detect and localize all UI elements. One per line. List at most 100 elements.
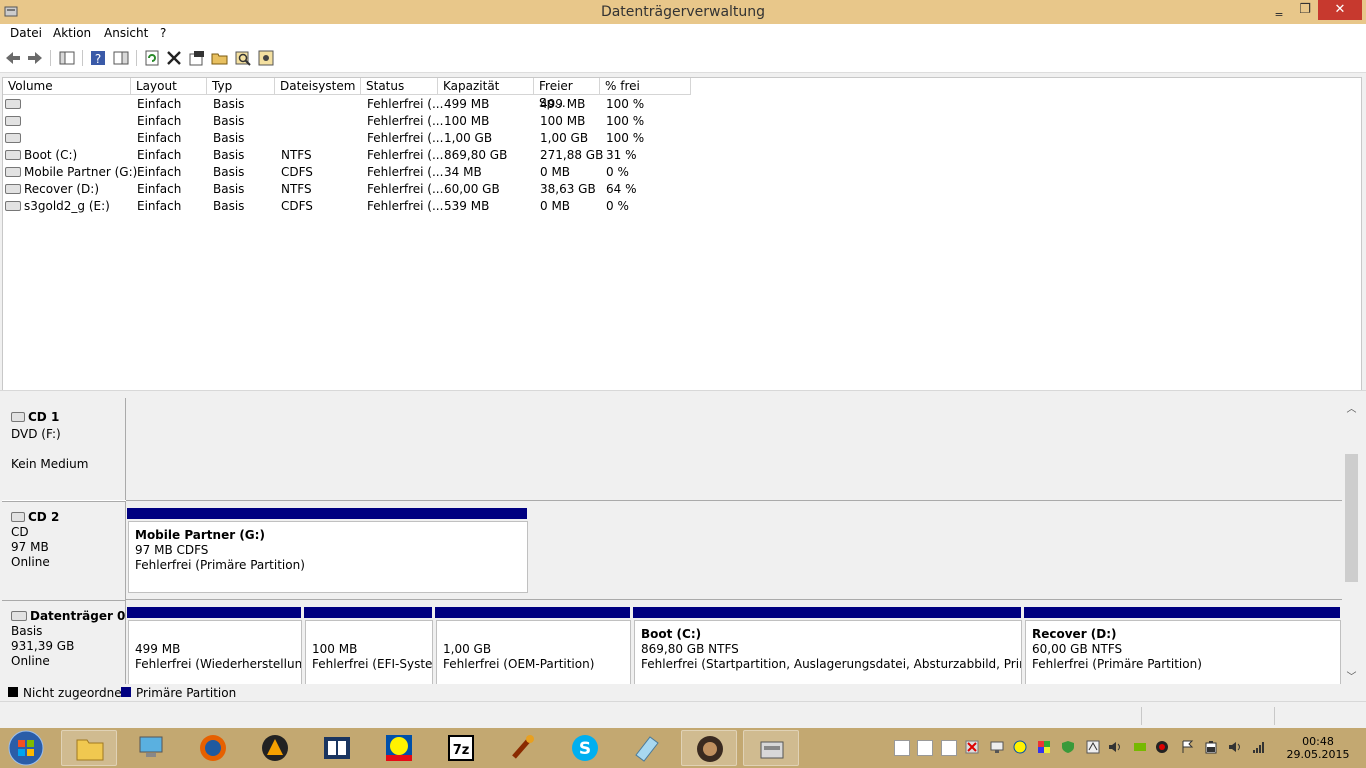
cell-volume: s3gold2_g (E:) — [24, 199, 110, 213]
tray-app-icon[interactable] — [1086, 740, 1100, 754]
computer-icon — [139, 736, 163, 757]
table-row[interactable]: Recover (D:) Einfach Basis NTFS Fehlerfr… — [3, 181, 703, 198]
tray-window-icon[interactable] — [917, 740, 933, 756]
menu-ansicht[interactable]: Ansicht — [104, 26, 148, 40]
column-header-layout[interactable]: Layout — [131, 78, 207, 95]
partition-recover[interactable]: Recover (D:) 60,00 GB NTFS Fehlerfrei (P… — [1025, 620, 1341, 684]
disk-label-cd1[interactable]: CD 1 DVD (F:) Kein Medium — [2, 398, 126, 500]
partition-bar — [1024, 607, 1340, 618]
menu-aktion[interactable]: Aktion — [53, 26, 91, 40]
help-icon[interactable]: ? — [89, 49, 107, 67]
column-header-dateisystem[interactable]: Dateisystem — [275, 78, 361, 95]
tray-network-error-icon[interactable] — [965, 740, 979, 754]
taskbar: 7z S 00:48 29.05.2015 — [0, 728, 1366, 768]
column-header-kapazitaet[interactable]: Kapazität — [438, 78, 534, 95]
cell-freier-speicher: 0 MB — [540, 199, 571, 213]
find-icon[interactable] — [234, 49, 252, 67]
taskbar-game[interactable] — [681, 730, 737, 766]
tray-volume-icon[interactable] — [1228, 740, 1242, 754]
menu-help[interactable]: ? — [160, 26, 166, 40]
tray-colorful-icon[interactable] — [1037, 740, 1051, 754]
disk-pane-scrollbar[interactable]: ︿ ﹀ — [1343, 398, 1360, 684]
svg-text:S: S — [579, 739, 591, 759]
properties-pane-icon[interactable] — [112, 49, 130, 67]
partition-bar — [127, 607, 301, 618]
minimize-button[interactable]: ‗ — [1266, 0, 1292, 20]
taskbar-notes[interactable] — [619, 730, 675, 766]
tray-record-icon[interactable] — [1155, 740, 1169, 754]
partition-efi[interactable]: 100 MB Fehlerfrei (EFI-System — [305, 620, 433, 684]
column-header-freier-speicher[interactable]: Freier Sp... — [534, 78, 600, 110]
tray-lidl-icon[interactable] — [1013, 740, 1027, 754]
partition-oem[interactable]: 1,00 GB Fehlerfrei (OEM-Partition) — [436, 620, 631, 684]
table-row[interactable]: Einfach Basis Fehlerfrei (... 1,00 GB 1,… — [3, 130, 703, 147]
partition-mobile-partner[interactable]: Mobile Partner (G:) 97 MB CDFS Fehlerfre… — [128, 521, 528, 593]
properties-icon[interactable] — [188, 49, 206, 67]
partition-boot[interactable]: Boot (C:) 869,80 GB NTFS Fehlerfrei (Sta… — [634, 620, 1022, 684]
tray-display-icon[interactable] — [990, 740, 1004, 754]
tray-window-icon[interactable] — [894, 740, 910, 756]
disk-status: Kein Medium — [11, 457, 89, 471]
forward-icon[interactable] — [26, 49, 44, 67]
taskbar-disk-management[interactable] — [743, 730, 799, 766]
partition-size: 97 MB CDFS — [135, 543, 209, 557]
cell-prozent-frei: 64 % — [606, 182, 637, 196]
table-row[interactable]: s3gold2_g (E:) Einfach Basis CDFS Fehler… — [3, 198, 703, 215]
scrollbar-thumb[interactable] — [1345, 454, 1358, 582]
cell-kapazitaet: 499 MB — [444, 97, 490, 111]
delete-icon[interactable] — [165, 49, 183, 67]
scroll-down-icon[interactable]: ﹀ — [1343, 668, 1360, 683]
column-header-prozent-frei[interactable]: % frei — [600, 78, 691, 95]
taskbar-tool[interactable] — [495, 730, 551, 766]
table-row[interactable]: Einfach Basis Fehlerfrei (... 499 MB 499… — [3, 96, 703, 113]
clock-date: 29.05.2015 — [1286, 748, 1350, 761]
tray-shield-icon[interactable] — [1061, 740, 1075, 754]
partition-recovery[interactable]: 499 MB Fehlerfrei (Wiederherstellungsp — [128, 620, 302, 684]
cell-dateisystem: CDFS — [281, 165, 313, 179]
disk-size: 97 MB — [11, 540, 49, 554]
tray-nvidia-icon[interactable] — [1133, 740, 1147, 754]
disk-label-cd2[interactable]: CD 2 CD 97 MB Online — [2, 501, 126, 600]
tray-battery-icon[interactable] — [1204, 740, 1218, 754]
tray-signal-icon[interactable] — [1252, 740, 1266, 754]
menu-datei[interactable]: Datei — [10, 26, 42, 40]
table-row[interactable]: Mobile Partner (G:) Einfach Basis CDFS F… — [3, 164, 703, 181]
open-folder-icon[interactable] — [211, 49, 229, 67]
cell-prozent-frei: 100 % — [606, 114, 645, 128]
close-button[interactable]: ✕ — [1318, 0, 1362, 20]
taskbar-explorer[interactable] — [61, 730, 117, 766]
tray-action-center-icon[interactable] — [1180, 740, 1194, 754]
7zip-icon: 7z — [448, 735, 474, 761]
taskbar-computer[interactable] — [123, 730, 179, 766]
status-separator — [1141, 707, 1142, 725]
table-row[interactable]: Boot (C:) Einfach Basis NTFS Fehlerfrei … — [3, 147, 703, 164]
column-header-volume[interactable]: Volume — [3, 78, 131, 95]
back-icon[interactable] — [4, 49, 22, 67]
taskbar-firefox[interactable] — [185, 730, 241, 766]
taskbar-lidl-mobile[interactable] — [371, 730, 427, 766]
taskbar-clock[interactable]: 00:48 29.05.2015 — [1280, 735, 1356, 761]
taskbar-avast[interactable] — [247, 730, 303, 766]
hard-disk-icon — [11, 610, 27, 621]
settings-icon[interactable] — [257, 49, 275, 67]
maximize-button[interactable]: ❐ — [1292, 0, 1318, 20]
tray-speaker-icon[interactable] — [1108, 740, 1122, 754]
table-row[interactable]: Einfach Basis Fehlerfrei (... 100 MB 100… — [3, 113, 703, 130]
legend-primary: Primäre Partition — [136, 686, 237, 700]
taskbar-dolby[interactable] — [309, 730, 365, 766]
partition-status: Fehlerfrei (OEM-Partition) — [443, 657, 595, 671]
cell-status: Fehlerfrei (... — [367, 131, 444, 145]
status-separator — [1274, 707, 1275, 725]
refresh-icon[interactable] — [143, 49, 161, 67]
taskbar-skype[interactable]: S — [557, 730, 613, 766]
column-header-status[interactable]: Status — [361, 78, 438, 95]
disk-label-disk0[interactable]: Datenträger 0 Basis 931,39 GB Online — [2, 600, 126, 684]
taskbar-7zip[interactable]: 7z — [433, 730, 489, 766]
tray-window-icon[interactable] — [941, 740, 957, 756]
start-button-icon[interactable] — [6, 729, 46, 767]
column-header-typ[interactable]: Typ — [207, 78, 275, 95]
show-hide-tree-icon[interactable] — [58, 49, 76, 67]
scroll-up-icon[interactable]: ︿ — [1343, 400, 1360, 415]
cell-layout: Einfach — [137, 97, 182, 111]
cell-freier-speicher: 100 MB — [540, 114, 586, 128]
